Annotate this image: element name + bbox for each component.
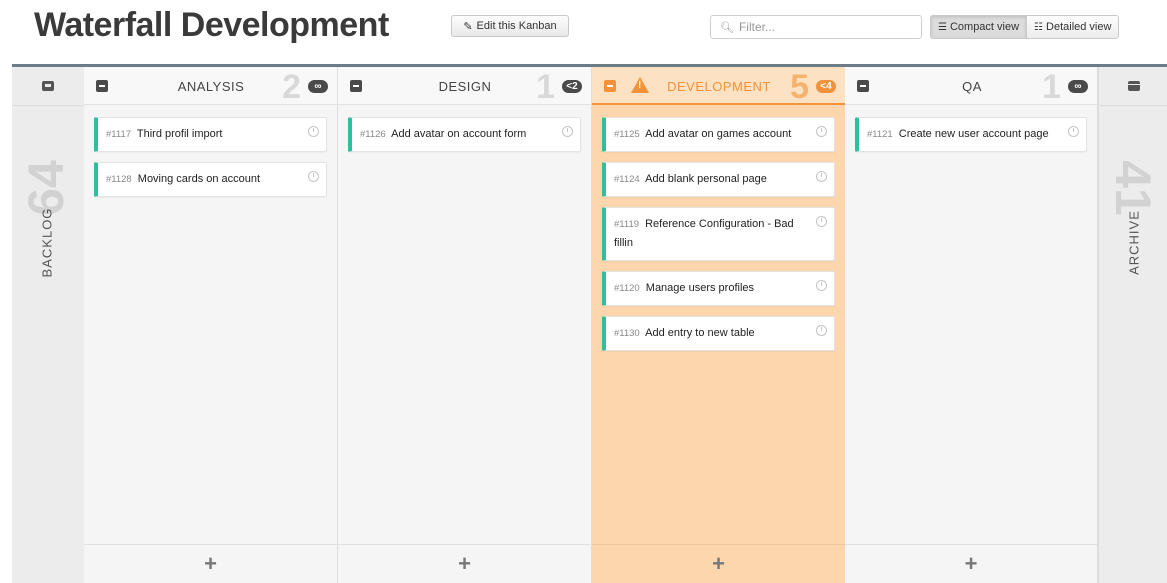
column-qa: QA 1 ∞ #1121 Create new user account pag… [845, 67, 1098, 583]
backlog-header [12, 67, 84, 106]
card-count: 1 [1042, 68, 1061, 106]
wip-limit-badge: <4 [816, 80, 836, 93]
view-toggle: ☰ Compact view ☷ Detailed view [930, 15, 1120, 39]
column-design: DESIGN 1 <2 #1126 Add avatar on account … [338, 67, 592, 583]
kanban-card[interactable]: #1117 Third profil import [94, 117, 327, 152]
clock-icon [816, 325, 827, 336]
clock-icon [308, 171, 319, 182]
column-header: DESIGN 1 <2 [338, 67, 591, 106]
plus-icon: + [712, 551, 725, 576]
kanban-card[interactable]: #1128 Moving cards on account [94, 162, 327, 197]
list-icon: ☰ [938, 21, 947, 33]
plus-icon: + [204, 551, 217, 576]
edit-kanban-label: Edit this Kanban [476, 20, 557, 32]
column-header: QA 1 ∞ [845, 67, 1097, 106]
clock-icon [308, 126, 319, 137]
add-card-button[interactable]: + [592, 544, 845, 583]
card-title: Create new user account page [898, 128, 1049, 140]
page-title: Waterfall Development [34, 6, 389, 44]
card-title: Moving cards on account [137, 173, 261, 185]
column-analysis: ANALYSIS 2 ∞ #1117 Third profil import #… [84, 67, 338, 583]
card-title: Third profil import [136, 128, 223, 140]
card-title: Add blank personal page [645, 173, 767, 185]
page-header: Waterfall Development ✎ Edit this Kanban… [0, 0, 1167, 62]
compact-view-label: Compact view [949, 21, 1020, 33]
clock-icon [816, 280, 827, 291]
card-title: Add entry to new table [645, 327, 755, 339]
search-icon: 🔍︎ [720, 21, 734, 34]
kanban-card[interactable]: #1121 Create new user account page [855, 117, 1087, 152]
card-list: #1126 Add avatar on account form [338, 105, 591, 152]
filter-field[interactable]: 🔍︎ [710, 15, 922, 39]
compact-view-button[interactable]: ☰ Compact view [931, 16, 1027, 38]
inbox-icon [42, 81, 54, 91]
card-id: #1117 [106, 129, 132, 140]
card-id: #1126 [360, 129, 386, 140]
card-id: #1125 [614, 129, 640, 140]
card-list: #1117 Third profil import #1128 Moving c… [84, 105, 337, 197]
list-detail-icon: ☷ [1034, 21, 1044, 33]
archive-header [1099, 67, 1167, 106]
kanban-card[interactable]: #1130 Add entry to new table [602, 316, 835, 351]
wip-limit-badge: ∞ [308, 80, 328, 93]
plus-icon: + [964, 551, 978, 576]
kanban-card[interactable]: #1120 Manage users profiles [602, 271, 835, 306]
card-title: Add avatar on account form [391, 128, 527, 140]
edit-kanban-button[interactable]: ✎ Edit this Kanban [451, 15, 569, 37]
card-id: #1124 [614, 174, 640, 185]
card-id: #1130 [614, 328, 640, 339]
card-id: #1121 [867, 129, 893, 140]
kanban-card[interactable]: #1125 Add avatar on games account [602, 117, 835, 152]
card-count: 5 [790, 68, 809, 106]
card-id: #1128 [106, 174, 132, 185]
kanban-card[interactable]: #1126 Add avatar on account form [348, 117, 581, 152]
filter-input[interactable] [738, 20, 909, 34]
edit-icon: ✎ [463, 20, 473, 33]
kanban-card[interactable]: #1124 Add blank personal page [602, 162, 835, 197]
clock-icon [1068, 126, 1079, 137]
add-card-button[interactable]: + [338, 544, 591, 583]
column-header: DEVELOPMENT 5 <4 [592, 67, 845, 106]
card-list: #1121 Create new user account page [845, 105, 1097, 152]
add-card-button[interactable]: + [84, 544, 337, 583]
column-header: ANALYSIS 2 ∞ [84, 67, 337, 106]
detailed-view-button[interactable]: ☷ Detailed view [1026, 16, 1119, 38]
plus-icon: + [458, 551, 471, 576]
backlog-label: BACKLOG [39, 207, 55, 278]
kanban-board: 64 BACKLOG ANALYSIS 2 ∞ #1117 Third prof… [12, 64, 1167, 583]
clock-icon [816, 171, 827, 182]
archive-icon [1127, 81, 1140, 91]
clock-icon [816, 126, 827, 137]
card-id: #1119 [614, 219, 640, 230]
card-count: 1 [536, 68, 555, 106]
card-id: #1120 [614, 283, 640, 294]
clock-icon [816, 216, 827, 227]
detailed-view-label: Detailed view [1046, 21, 1112, 33]
card-title: Reference Configuration - Bad fillin [614, 218, 794, 249]
clock-icon [562, 126, 573, 137]
card-title: Manage users profiles [645, 282, 755, 294]
card-count: 2 [282, 68, 301, 106]
card-list: #1125 Add avatar on games account #1124 … [592, 105, 845, 351]
archive-label: ARCHIVE [1126, 210, 1142, 275]
wip-limit-badge: <2 [562, 80, 582, 93]
kanban-card[interactable]: #1119 Reference Configuration - Bad fill… [602, 207, 835, 261]
add-card-button[interactable]: + [845, 544, 1097, 583]
card-title: Add avatar on games account [645, 128, 792, 140]
column-development: DEVELOPMENT 5 <4 #1125 Add avatar on gam… [592, 67, 846, 583]
archive-panel[interactable]: 41 ARCHIVE [1098, 67, 1167, 583]
wip-limit-badge: ∞ [1068, 80, 1088, 93]
backlog-panel[interactable]: 64 BACKLOG [12, 67, 85, 583]
